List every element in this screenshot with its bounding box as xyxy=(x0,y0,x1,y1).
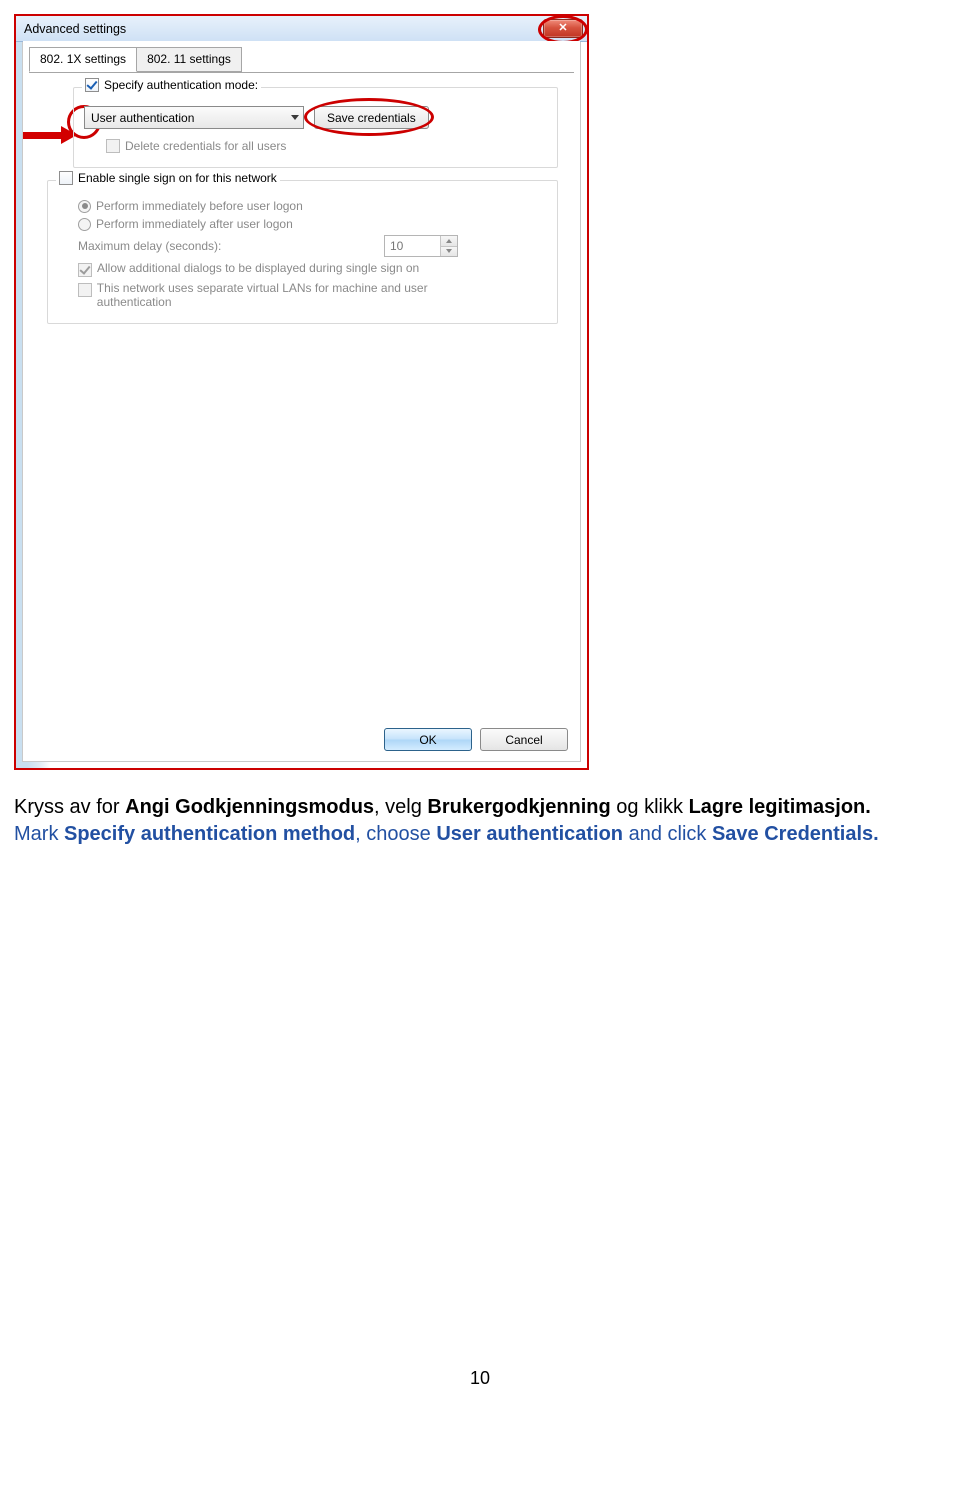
auth-mode-dropdown[interactable]: User authentication xyxy=(84,106,304,129)
sso-allow-dialogs-checkbox[interactable] xyxy=(78,263,92,277)
spinner-up[interactable] xyxy=(441,236,457,246)
sso-enable-label: Enable single sign on for this network xyxy=(78,171,277,185)
close-button[interactable]: ✕ xyxy=(543,19,583,38)
cap-en-3: and click xyxy=(623,823,712,845)
sso-before-row: Perform immediately before user logon xyxy=(78,199,547,213)
delete-credentials-label: Delete credentials for all users xyxy=(125,139,286,153)
delete-credentials-row: Delete credentials for all users xyxy=(84,139,547,153)
sso-after-row: Perform immediately after user logon xyxy=(78,217,547,231)
cap-en-bold1: Specify authentication method xyxy=(64,823,355,845)
tab-panel: Specify authentication mode: User authen… xyxy=(29,72,574,342)
sso-group: Enable single sign on for this network P… xyxy=(47,180,558,324)
specify-auth-label: Specify authentication mode: xyxy=(104,78,258,92)
cap-en-2: , choose xyxy=(355,823,436,845)
sso-allow-dialogs-row: Allow additional dialogs to be displayed… xyxy=(78,261,498,277)
cap-no-1: Kryss av for xyxy=(14,796,125,818)
window-title: Advanced settings xyxy=(24,22,126,36)
specify-auth-group: Specify authentication mode: User authen… xyxy=(73,87,558,168)
sso-legend: Enable single sign on for this network xyxy=(56,171,280,185)
cap-no-2: , velg xyxy=(374,796,427,818)
ok-button[interactable]: OK xyxy=(384,728,472,751)
cancel-button[interactable]: Cancel xyxy=(480,728,568,751)
close-icon: ✕ xyxy=(558,23,567,34)
sso-after-radio[interactable] xyxy=(78,218,91,231)
specify-auth-checkbox[interactable] xyxy=(85,78,99,92)
tab-8021x[interactable]: 802. 1X settings xyxy=(29,47,137,72)
sso-enable-checkbox[interactable] xyxy=(59,171,73,185)
instruction-text: Kryss av for Angi Godkjenningsmodus, vel… xyxy=(14,794,946,848)
annotation-arrow xyxy=(23,128,79,142)
tab-strip: 802. 1X settings 802. 11 settings xyxy=(23,41,580,72)
sso-maxdelay-value: 10 xyxy=(385,236,440,256)
sso-vlan-checkbox[interactable] xyxy=(78,283,92,297)
page-number: 10 xyxy=(14,1368,946,1389)
delete-credentials-checkbox[interactable] xyxy=(106,139,120,153)
cap-no-bold2: Brukergodkjenning xyxy=(427,796,610,818)
sso-maxdelay-label: Maximum delay (seconds): xyxy=(78,239,221,253)
sso-maxdelay-spinner[interactable]: 10 xyxy=(384,235,458,257)
sso-vlan-label: This network uses separate virtual LANs … xyxy=(97,281,498,309)
cap-no-3: og klikk xyxy=(611,796,689,818)
cap-en-1: Mark xyxy=(14,823,64,845)
specify-auth-legend: Specify authentication mode: xyxy=(82,78,261,92)
cap-no-bold1: Angi Godkjenningsmodus xyxy=(125,796,374,818)
triangle-up-icon xyxy=(446,239,452,243)
cap-en-bold2: User authentication xyxy=(436,823,623,845)
cap-no-bold3: Lagre legitimasjon. xyxy=(689,796,871,818)
sso-before-radio[interactable] xyxy=(78,200,91,213)
auth-mode-row: User authentication Save credentials xyxy=(84,106,547,129)
titlebar: Advanced settings ✕ xyxy=(16,16,587,42)
sso-allow-dialogs-label: Allow additional dialogs to be displayed… xyxy=(97,261,419,275)
advanced-settings-dialog: Advanced settings ✕ 802. 1X settings 802… xyxy=(14,14,589,770)
dialog-footer: OK Cancel xyxy=(384,728,568,751)
sso-after-label: Perform immediately after user logon xyxy=(96,217,293,231)
spinner-down[interactable] xyxy=(441,246,457,257)
save-credentials-button[interactable]: Save credentials xyxy=(314,106,429,129)
sso-before-label: Perform immediately before user logon xyxy=(96,199,303,213)
triangle-down-icon xyxy=(446,249,452,253)
cap-en-bold3: Save Credentials. xyxy=(712,823,879,845)
dialog-client-area: 802. 1X settings 802. 11 settings Specif… xyxy=(22,42,581,762)
sso-maxdelay-row: Maximum delay (seconds): 10 xyxy=(78,235,458,257)
auth-mode-value: User authentication xyxy=(91,111,194,125)
sso-vlan-row: This network uses separate virtual LANs … xyxy=(78,281,498,309)
tab-80211[interactable]: 802. 11 settings xyxy=(137,47,242,72)
chevron-down-icon xyxy=(291,115,299,120)
